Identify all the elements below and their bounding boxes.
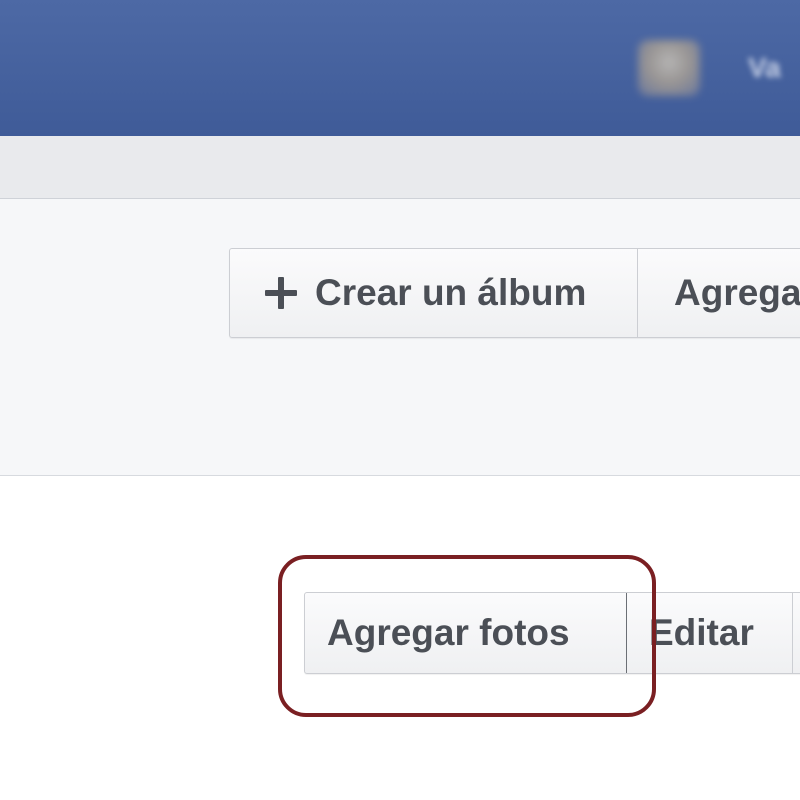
edit-button[interactable]: Editar bbox=[627, 593, 793, 673]
profile-name-link[interactable]: Va bbox=[748, 52, 781, 84]
plus-icon bbox=[265, 277, 297, 309]
create-album-button[interactable]: Crear un álbum bbox=[230, 249, 638, 337]
add-photos-button[interactable]: Agregar fotos bbox=[305, 593, 627, 673]
avatar[interactable] bbox=[638, 40, 700, 96]
create-album-label: Crear un álbum bbox=[315, 272, 587, 313]
add-photos-top-button[interactable]: Agrega bbox=[638, 249, 800, 337]
edit-label: Editar bbox=[649, 612, 754, 653]
photo-actions-toolbar: Agregar fotos Editar bbox=[304, 592, 800, 674]
album-toolbar: Crear un álbum Agrega bbox=[229, 248, 800, 338]
secondary-bar bbox=[0, 136, 800, 199]
top-navigation-bar: Va bbox=[0, 0, 800, 136]
add-photos-top-label: Agrega bbox=[674, 272, 800, 313]
add-photos-label: Agregar fotos bbox=[327, 612, 570, 653]
